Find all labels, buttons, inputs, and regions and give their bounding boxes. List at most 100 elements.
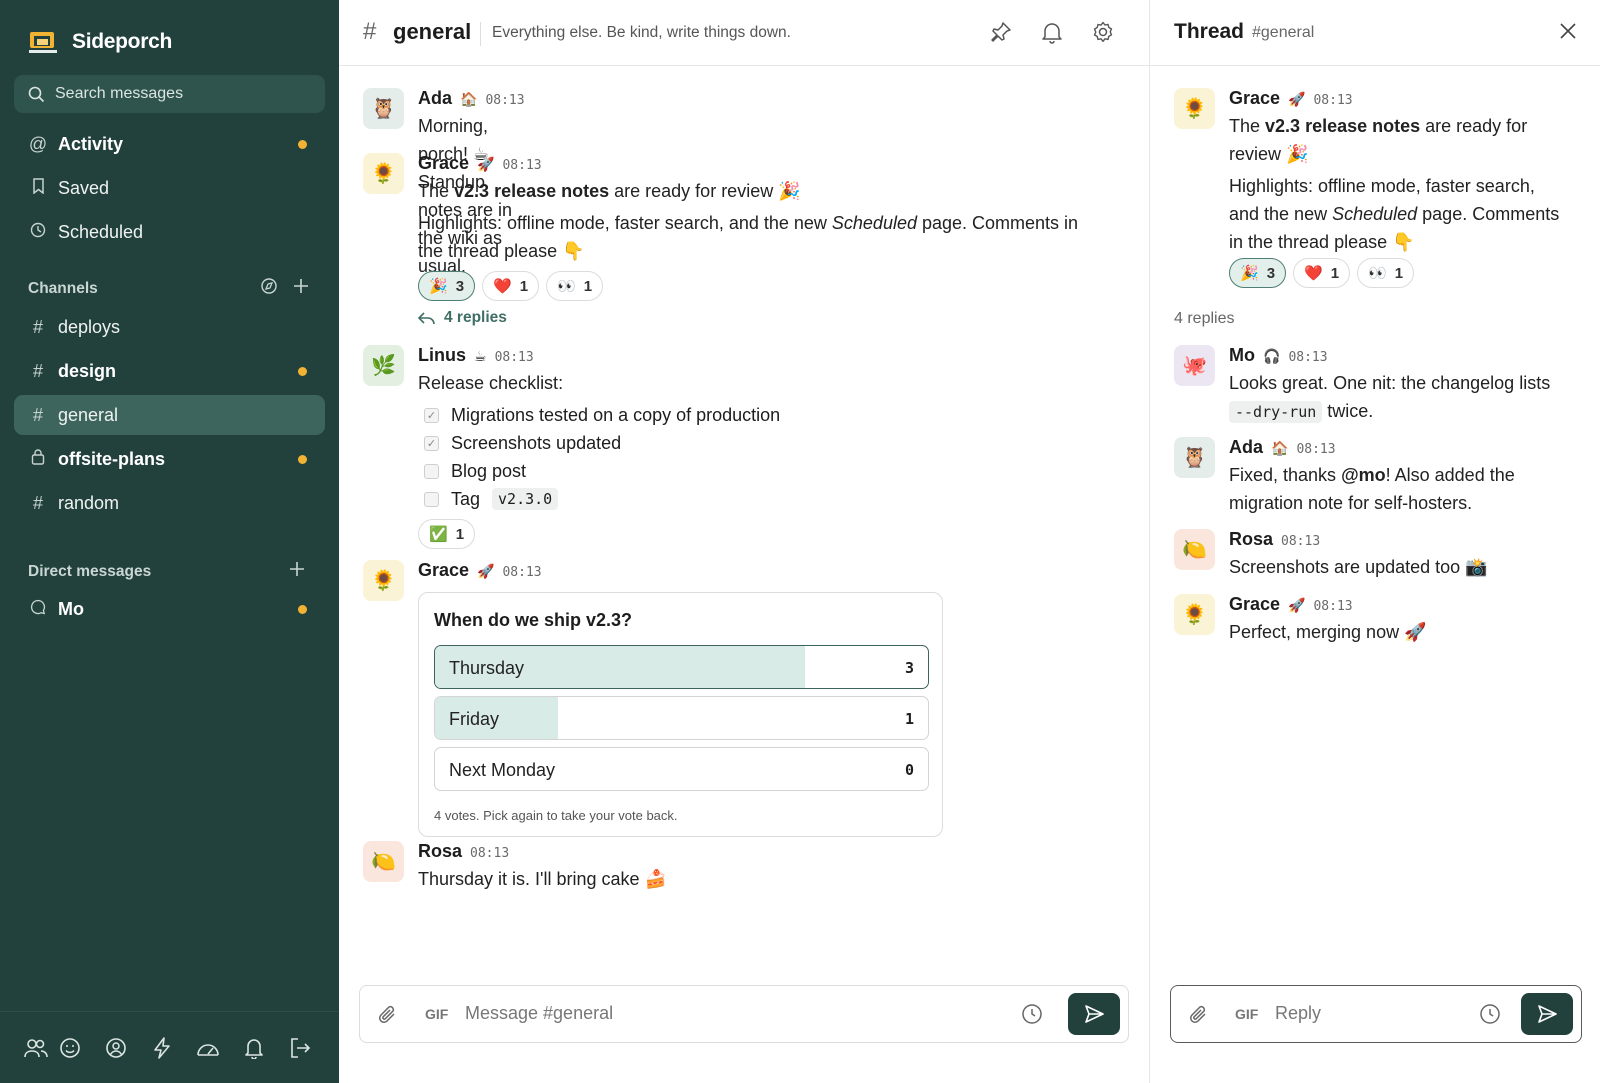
gif-button[interactable]: GIF xyxy=(425,1006,448,1022)
checkbox-checked[interactable]: ✓ xyxy=(424,407,439,423)
poll-option-next-monday[interactable]: Next Monday 0 xyxy=(434,747,929,791)
message-text: Fixed, thanks @mo! Also added the xyxy=(1229,465,1515,485)
send-button[interactable] xyxy=(1068,993,1120,1035)
bell-icon[interactable] xyxy=(1040,20,1066,46)
checklist-item: Tag v2.3.0 xyxy=(424,485,1118,513)
reaction-chip[interactable]: 👀 1 xyxy=(546,271,604,301)
profile-icon[interactable] xyxy=(102,1034,130,1062)
message-text: Looks great. One nit: the changelog list… xyxy=(1229,373,1551,393)
brand[interactable]: Sideporch xyxy=(28,28,172,56)
nav-label: Activity xyxy=(58,133,124,154)
author-name[interactable]: Grace xyxy=(1229,594,1280,615)
checkbox-unchecked[interactable] xyxy=(424,491,439,507)
paperclip-icon[interactable] xyxy=(378,1004,398,1031)
channel-header: # general Everything else. Be kind, writ… xyxy=(339,0,1149,66)
channel-title: general xyxy=(393,19,472,44)
settings-gear-icon[interactable] xyxy=(1091,20,1117,46)
nav-saved[interactable]: Saved xyxy=(14,168,325,208)
pin-icon[interactable] xyxy=(989,20,1015,46)
smiley-icon[interactable] xyxy=(56,1034,84,1062)
reaction-chip[interactable]: ✅ 1 xyxy=(418,519,476,549)
author-name[interactable]: Ada xyxy=(418,88,452,109)
channel-design[interactable]: # design xyxy=(14,351,325,391)
message-text: The v2.3 release notes are ready for rev… xyxy=(418,181,801,201)
avatar[interactable]: 🌻 xyxy=(1174,88,1215,129)
avatar[interactable]: 🌿 xyxy=(363,345,404,386)
author-name[interactable]: Mo xyxy=(1229,345,1255,366)
timestamp: 08:13 xyxy=(1288,350,1328,365)
search-placeholder: Search messages xyxy=(55,85,184,102)
schedule-clock-icon[interactable] xyxy=(1479,1003,1501,1030)
message-input[interactable]: Message #general xyxy=(465,1003,613,1024)
checkbox-checked[interactable]: ✓ xyxy=(424,435,439,451)
reaction-chip[interactable]: 🎉 3 xyxy=(418,271,476,301)
channel-offsite-plans[interactable]: offsite-plans xyxy=(14,439,325,479)
channel-label: offsite-plans xyxy=(58,448,166,469)
reaction-chip[interactable]: 🎉 3 xyxy=(1229,258,1287,288)
message-text: Perfect, merging now 🚀 xyxy=(1229,622,1427,642)
dm-mo[interactable]: Mo xyxy=(14,589,325,629)
thread-channel: #general xyxy=(1252,24,1315,41)
author-name[interactable]: Grace xyxy=(418,560,469,581)
channel-deploys[interactable]: # deploys xyxy=(14,307,325,347)
people-icon[interactable] xyxy=(22,1034,50,1062)
avatar[interactable]: 🌻 xyxy=(363,153,404,194)
lock-icon xyxy=(28,448,48,470)
poll-option-friday[interactable]: Friday 1 xyxy=(434,696,929,740)
sidebar: Sideporch Search messages @ Activity Sav… xyxy=(0,0,339,1083)
poll-option-thursday[interactable]: Thursday 3 xyxy=(434,645,929,689)
author-name[interactable]: Rosa xyxy=(1229,529,1273,550)
channel-general[interactable]: # general xyxy=(14,395,325,435)
reaction-chip[interactable]: ❤️ 1 xyxy=(1293,258,1351,288)
thread-title: Thread xyxy=(1174,20,1245,43)
reactions: 🎉 3 ❤️ 1 👀 1 xyxy=(1229,258,1584,288)
nav-scheduled[interactable]: Scheduled xyxy=(14,212,325,252)
avatar[interactable]: 🍋 xyxy=(363,841,404,882)
author-name[interactable]: Grace xyxy=(418,153,469,174)
timestamp: 08:13 xyxy=(1313,599,1353,614)
replies-count: 4 replies xyxy=(1174,310,1235,327)
mention-link[interactable]: @mo xyxy=(1341,465,1386,485)
close-icon[interactable] xyxy=(1557,20,1579,47)
logout-icon[interactable] xyxy=(286,1034,314,1062)
bell-icon[interactable] xyxy=(240,1034,268,1062)
dm-heading[interactable]: Direct messages xyxy=(28,563,151,581)
gif-button[interactable]: GIF xyxy=(1235,1006,1258,1022)
reply-composer: GIF Reply xyxy=(1170,985,1582,1043)
avatar[interactable]: 🌻 xyxy=(363,560,404,601)
nav-activity[interactable]: @ Activity xyxy=(14,124,325,164)
gauge-icon[interactable] xyxy=(194,1034,222,1062)
status-emoji: ☕ xyxy=(474,348,487,364)
avatar[interactable]: 🌻 xyxy=(1174,594,1215,635)
thread-replies-link[interactable]: 4 replies xyxy=(418,309,1118,327)
paperclip-icon[interactable] xyxy=(1189,1004,1209,1031)
message-text: the thread please 👇 xyxy=(418,241,585,261)
channel-random[interactable]: # random xyxy=(14,483,325,523)
lightning-icon[interactable] xyxy=(148,1034,176,1062)
browse-channels-icon[interactable] xyxy=(260,277,278,300)
avatar[interactable]: 🐙 xyxy=(1174,345,1215,386)
search-input[interactable]: Search messages xyxy=(14,75,325,113)
reaction-chip[interactable]: ❤️ 1 xyxy=(482,271,540,301)
channels-heading[interactable]: Channels xyxy=(28,280,98,298)
timestamp: 08:13 xyxy=(1281,534,1321,549)
avatar[interactable]: 🦉 xyxy=(1174,437,1215,478)
add-dm-icon[interactable] xyxy=(288,560,306,583)
checkbox-unchecked[interactable] xyxy=(424,463,439,479)
author-name[interactable]: Grace xyxy=(1229,88,1280,109)
author-name[interactable]: Ada xyxy=(1229,437,1263,458)
author-name[interactable]: Rosa xyxy=(418,841,462,862)
reaction-chip[interactable]: 👀 1 xyxy=(1357,258,1415,288)
unread-dot xyxy=(298,367,307,376)
reply-input[interactable]: Reply xyxy=(1275,1003,1321,1024)
channel-label: deploys xyxy=(58,316,121,337)
author-name[interactable]: Linus xyxy=(418,345,466,366)
add-channel-icon[interactable] xyxy=(292,277,310,300)
send-button[interactable] xyxy=(1521,993,1573,1035)
hash-icon: # xyxy=(32,404,43,425)
app-name: Sideporch xyxy=(72,30,172,53)
message-text: Screenshots are updated too 📸 xyxy=(1229,557,1488,577)
avatar[interactable]: 🦉 xyxy=(363,88,404,129)
schedule-clock-icon[interactable] xyxy=(1021,1003,1043,1030)
avatar[interactable]: 🍋 xyxy=(1174,529,1215,570)
